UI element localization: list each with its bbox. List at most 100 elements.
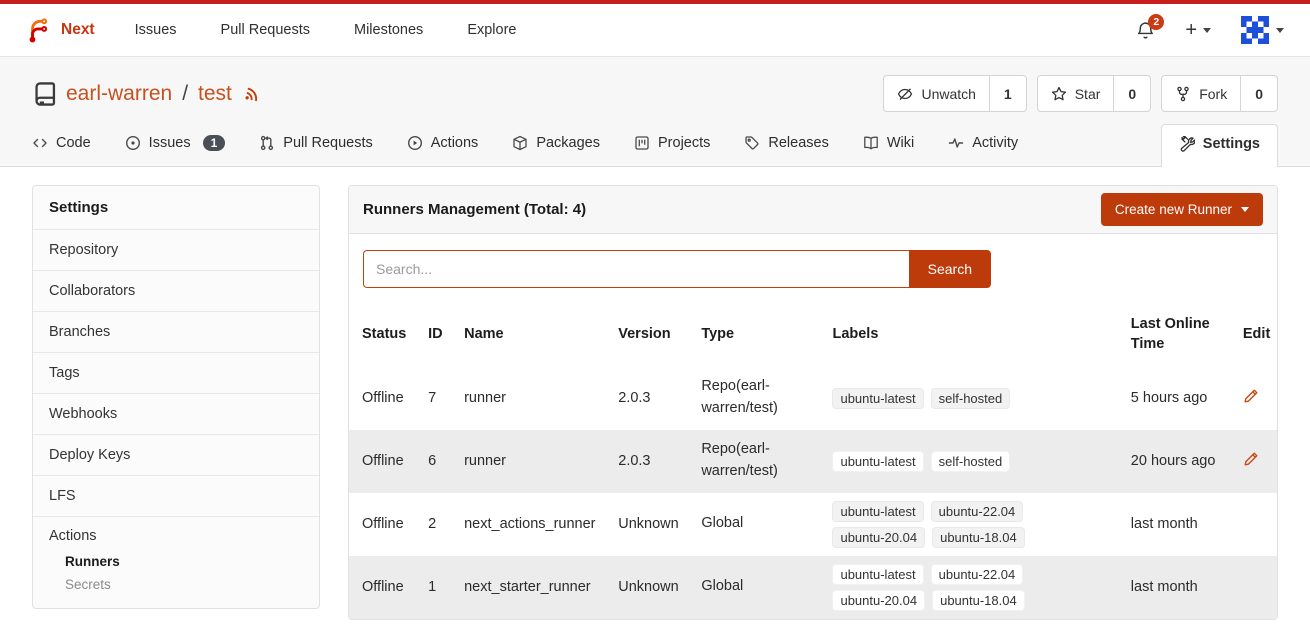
sidebar-item-runners[interactable]: Runners [49,544,303,569]
notification-badge: 2 [1148,14,1164,30]
tab-settings[interactable]: Settings [1161,124,1278,167]
label-chip: ubuntu-18.04 [932,590,1025,611]
runner-version: Unknown [605,493,688,556]
label-chip: ubuntu-22.04 [931,564,1024,585]
tab-code[interactable]: Code [32,125,91,166]
user-menu-button[interactable] [1241,16,1284,44]
tab-activity[interactable]: Activity [948,125,1018,166]
sidebar-item-repository[interactable]: Repository [33,230,319,271]
eye-slash-icon [897,86,913,102]
table-row: Offline 7 runner 2.0.3 Repo(earl-warren/… [349,367,1277,430]
col-last-online: Last Online Time [1118,302,1230,367]
package-icon [512,135,528,151]
code-icon [32,135,48,151]
search-section: Search [349,234,1277,302]
repo-owner-link[interactable]: earl-warren [66,82,172,106]
table-row: Offline 1 next_starter_runner Unknown Gl… [349,556,1277,619]
home-link[interactable]: Next [26,17,95,43]
label-chip: ubuntu-22.04 [931,501,1024,522]
nav-milestones[interactable]: Milestones [354,22,423,38]
runner-type: Global [701,513,819,535]
runner-version: Unknown [605,556,688,619]
runner-last-online: last month [1118,493,1230,556]
edit-runner-button[interactable] [1243,451,1259,467]
runner-last-online: 20 hours ago [1118,430,1230,493]
sidebar-item-tags[interactable]: Tags [33,353,319,394]
runner-type: Repo(earl-warren/test) [701,439,819,483]
tab-packages[interactable]: Packages [512,125,600,166]
brand-label: Next [61,21,95,39]
issues-count-badge: 1 [203,135,226,151]
search-input[interactable] [363,250,909,288]
sidebar-item-branches[interactable]: Branches [33,312,319,353]
sidebar-item-webhooks[interactable]: Webhooks [33,394,319,435]
tag-icon [744,135,760,151]
tab-projects[interactable]: Projects [634,125,710,166]
runner-status: Offline [349,556,415,619]
sidebar-item-secrets[interactable]: Secrets [49,569,303,592]
create-runner-button[interactable]: Create new Runner [1101,193,1263,226]
star-label: Star [1075,86,1101,102]
col-id: ID [415,302,451,367]
tab-releases[interactable]: Releases [744,125,828,166]
runner-labels: ubuntu-latest ubuntu-22.04 ubuntu-20.04 … [832,501,1047,548]
avatar [1241,16,1269,44]
panel-header: Runners Management (Total: 4) Create new… [349,186,1277,234]
watchers-count[interactable]: 1 [989,76,1026,111]
col-version: Version [605,302,688,367]
chevron-down-icon [1241,207,1249,212]
repo-tabs: Code Issues 1 Pull Requests [32,124,1278,166]
nav-pull-requests[interactable]: Pull Requests [221,22,310,38]
runner-search-form: Search [363,250,991,288]
nav-issues[interactable]: Issues [135,22,177,38]
repo-name-link[interactable]: test [198,82,232,106]
tab-pull-requests[interactable]: Pull Requests [259,125,372,166]
repo-header: earl-warren / test [0,57,1310,167]
issue-circle-icon [125,135,141,151]
chevron-down-icon [1276,28,1284,33]
runner-name: next_starter_runner [451,556,605,619]
runner-id: 1 [415,556,451,619]
nav-explore[interactable]: Explore [467,22,516,38]
label-chip: ubuntu-20.04 [832,590,925,611]
runner-labels: ubuntu-latest self-hosted [832,388,1047,409]
stars-count[interactable]: 0 [1113,76,1150,111]
navbar-right: 2 + [1136,16,1284,44]
runner-last-online: 5 hours ago [1118,367,1230,430]
rss-feed-icon[interactable] [244,85,262,103]
tab-wiki[interactable]: Wiki [863,125,914,166]
edit-runner-button[interactable] [1243,388,1259,404]
sidebar-item-collaborators[interactable]: Collaborators [33,271,319,312]
tab-activity-label: Activity [972,135,1018,151]
label-chip: ubuntu-18.04 [932,527,1025,548]
star-button[interactable]: Star [1038,76,1114,111]
sidebar-item-lfs[interactable]: LFS [33,476,319,517]
runner-name: next_actions_runner [451,493,605,556]
table-header-row: Status ID Name Version Type Labels Last … [349,302,1277,367]
runners-table: Status ID Name Version Type Labels Last … [349,302,1277,619]
col-edit: Edit [1230,302,1277,367]
play-circle-icon [407,135,423,151]
label-chip: ubuntu-latest [832,451,923,472]
create-menu-button[interactable]: + [1185,20,1211,40]
forks-count[interactable]: 0 [1240,76,1277,111]
runner-status: Offline [349,493,415,556]
notifications-button[interactable]: 2 [1136,21,1155,40]
panel-title: Runners Management (Total: 4) [363,201,586,218]
search-button[interactable]: Search [909,250,991,288]
runner-id: 7 [415,367,451,430]
fork-button[interactable]: Fork [1162,76,1240,111]
unwatch-button[interactable]: Unwatch [884,76,988,111]
runner-id: 6 [415,430,451,493]
tab-issues[interactable]: Issues 1 [125,125,226,166]
tab-actions[interactable]: Actions [407,125,479,166]
repo-book-icon [32,81,58,107]
pull-request-icon [259,135,275,151]
label-chip: ubuntu-latest [832,501,923,522]
sidebar-item-actions[interactable]: Actions [49,528,303,544]
runner-status: Offline [349,430,415,493]
create-runner-label: Create new Runner [1115,202,1232,217]
sidebar-item-deploy-keys[interactable]: Deploy Keys [33,435,319,476]
runner-labels: ubuntu-latest ubuntu-22.04 ubuntu-20.04 … [832,564,1047,611]
repo-title: earl-warren / test [32,81,262,107]
